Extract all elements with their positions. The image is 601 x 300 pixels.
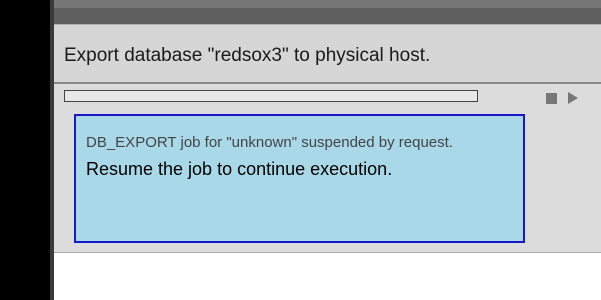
job-title: Export database "redsox3" to physical ho… xyxy=(64,45,431,66)
play-icon[interactable] xyxy=(568,92,578,104)
panel-bottom-border xyxy=(54,252,601,253)
left-dark-strip xyxy=(0,0,50,300)
status-message-instruction: Resume the job to continue execution. xyxy=(86,159,393,179)
job-progress-bar xyxy=(64,90,478,102)
status-message-detail: DB_EXPORT job for "unknown" suspended by… xyxy=(86,134,453,151)
panel-header-highlight xyxy=(54,0,601,8)
panel-header-bar xyxy=(54,0,601,24)
job-status-message: DB_EXPORT job for "unknown" suspended by… xyxy=(74,114,525,243)
job-panel: Export database "redsox3" to physical ho… xyxy=(54,0,601,253)
job-progress-area: DB_EXPORT job for "unknown" suspended by… xyxy=(54,84,601,253)
stop-icon[interactable] xyxy=(546,93,557,104)
status-message-text: DB_EXPORT job for "unknown" suspended by… xyxy=(86,130,513,184)
job-title-bar: Export database "redsox3" to physical ho… xyxy=(54,24,601,84)
